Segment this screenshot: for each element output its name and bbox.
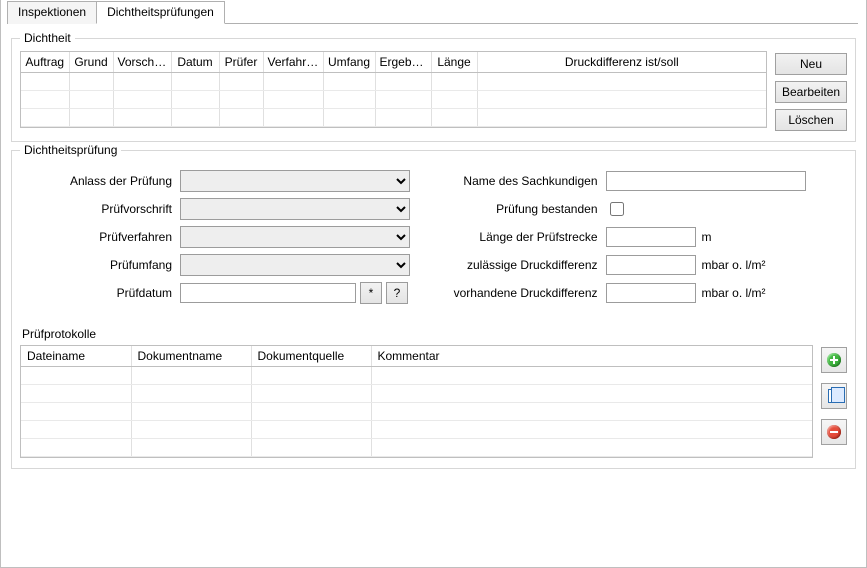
label-vorhanden: vorhandene Druckdifferenz [446,286,606,300]
input-pruefdatum[interactable] [180,283,356,303]
col-grund[interactable]: Grund [69,52,113,73]
col-datum[interactable]: Datum [171,52,219,73]
col-dateiname[interactable]: Dateiname [21,346,131,367]
protokolle-section: Prüfprotokolle Dateiname Dokumentname [20,327,847,458]
label-zulaessig: zulässige Druckdifferenz [446,258,606,272]
unit-mbar-1: mbar o. l/m² [702,258,766,272]
col-verfahren[interactable]: Verfahren [263,52,323,73]
app-window: Inspektionen Dichtheitsprüfungen Dichthe… [0,0,867,568]
grid-row[interactable] [21,91,766,109]
col-pruefer[interactable]: Prüfer [219,52,263,73]
proto-row[interactable] [21,385,812,403]
label-vorschrift: Prüfvorschrift [20,202,180,216]
legend-pruefung: Dichtheitsprüfung [20,143,121,157]
tab-inspektionen[interactable]: Inspektionen [7,1,97,24]
combo-vorschrift[interactable] [180,198,410,220]
proto-header-row: Dateiname Dokumentname Dokumentquelle Ko… [21,346,812,367]
input-zulaessig[interactable] [606,255,696,275]
neu-button[interactable]: Neu [775,53,847,75]
grid-row[interactable] [21,73,766,91]
checkbox-bestanden[interactable] [610,202,624,216]
remove-document-button[interactable] [821,419,847,445]
grid-row[interactable] [21,109,766,127]
date-star-button[interactable]: * [360,282,382,304]
grid-dichtheit[interactable]: Auftrag Grund Vorschrift Datum Prüfer Ve… [20,51,767,128]
add-document-button[interactable] [821,347,847,373]
form-right: Name des Sachkundigen Prüfung bestanden … [446,165,848,309]
dichtheit-buttons: Neu Bearbeiten Löschen [775,51,847,131]
date-help-button[interactable]: ? [386,282,408,304]
col-ergebnis[interactable]: Ergebnis [375,52,431,73]
col-dokname[interactable]: Dokumentname [131,346,251,367]
copy-icon [828,389,840,403]
tab-panel: Dichtheit Auftrag Grund [9,23,858,469]
label-anlass: Anlass der Prüfung [20,174,180,188]
group-dichtheit: Dichtheit Auftrag Grund [11,38,856,142]
group-pruefung: Dichtheitsprüfung Anlass der Prüfung Prü… [11,150,856,469]
label-datum: Prüfdatum [20,286,180,300]
label-laenge: Länge der Prüfstrecke [446,230,606,244]
grid-protokolle[interactable]: Dateiname Dokumentname Dokumentquelle Ko… [20,345,813,458]
form-left: Anlass der Prüfung Prüfvorschrift Prüfve… [20,165,422,309]
tab-dichtheitspruefungen[interactable]: Dichtheitsprüfungen [96,1,225,24]
input-laenge[interactable] [606,227,696,247]
tabstrip: Inspektionen Dichtheitsprüfungen [7,0,858,23]
protokolle-buttons [821,345,847,445]
minus-icon [827,425,841,439]
col-druckdiff[interactable]: Druckdifferenz ist/soll [477,52,766,73]
col-vorschrift[interactable]: Vorschrift [113,52,171,73]
col-kommentar[interactable]: Kommentar [371,346,812,367]
proto-row[interactable] [21,421,812,439]
label-bestanden: Prüfung bestanden [446,202,606,216]
label-protokolle: Prüfprotokolle [22,327,847,341]
col-auftrag[interactable]: Auftrag [21,52,69,73]
copy-document-button[interactable] [821,383,847,409]
col-dokquelle[interactable]: Dokumentquelle [251,346,371,367]
combo-anlass[interactable] [180,170,410,192]
col-laenge[interactable]: Länge [431,52,477,73]
label-verfahren: Prüfverfahren [20,230,180,244]
combo-umfang[interactable] [180,254,410,276]
plus-icon [827,353,841,367]
bearbeiten-button[interactable]: Bearbeiten [775,81,847,103]
proto-row[interactable] [21,439,812,457]
col-umfang[interactable]: Umfang [323,52,375,73]
label-name: Name des Sachkundigen [446,174,606,188]
input-vorhanden[interactable] [606,283,696,303]
legend-dichtheit: Dichtheit [20,31,75,45]
loeschen-button[interactable]: Löschen [775,109,847,131]
proto-row[interactable] [21,403,812,421]
unit-m: m [702,230,712,244]
input-name[interactable] [606,171,806,191]
proto-row[interactable] [21,367,812,385]
unit-mbar-2: mbar o. l/m² [702,286,766,300]
label-umfang: Prüfumfang [20,258,180,272]
combo-verfahren[interactable] [180,226,410,248]
grid-header-row: Auftrag Grund Vorschrift Datum Prüfer Ve… [21,52,766,73]
